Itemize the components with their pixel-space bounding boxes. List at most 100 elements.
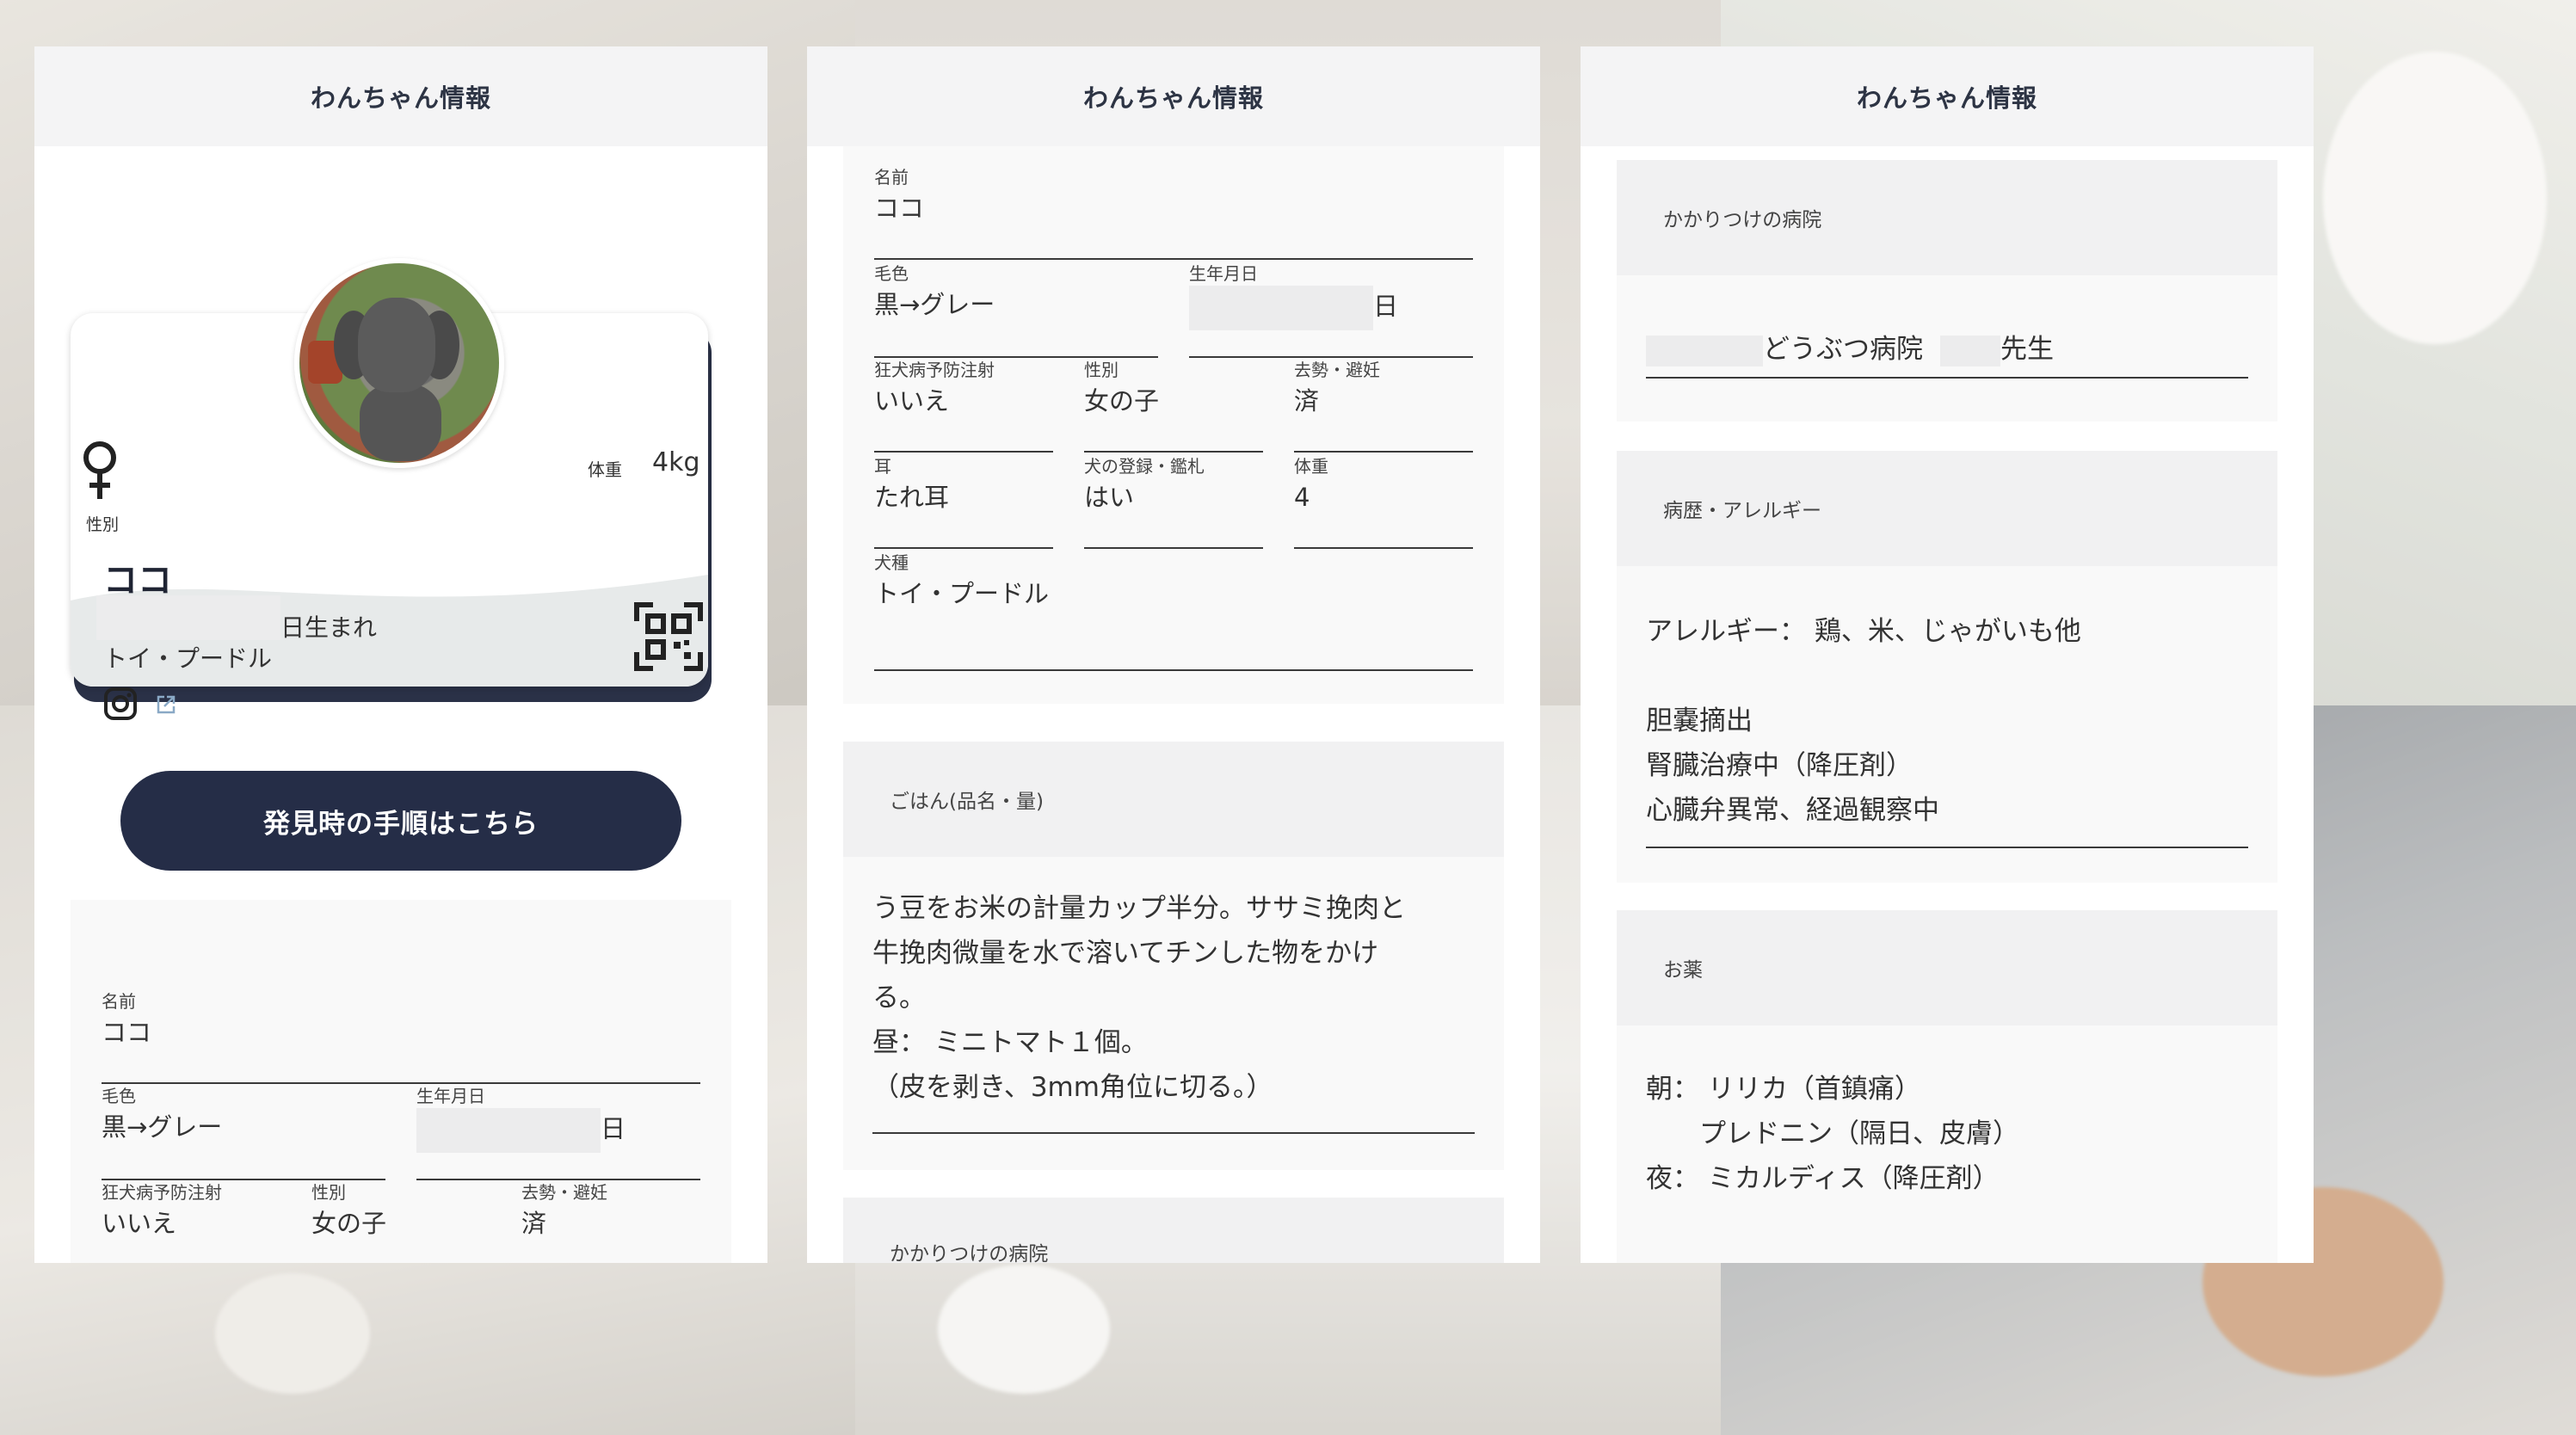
- name-field: 名前 ココ: [102, 989, 700, 1084]
- field-value: はい: [1084, 483, 1135, 512]
- dog-avatar: [294, 258, 504, 468]
- field-value: 済: [1294, 386, 1320, 416]
- field-value: 女の子: [311, 1209, 387, 1238]
- panel-content[interactable]: かかりつけの病院 どうぶつ病院 先生 病歴・アレルギー アレルギー： 鶏、米、じゃ…: [1581, 146, 2314, 1263]
- field-label: 去勢・避妊: [521, 1182, 607, 1203]
- hospital-name: どうぶつ病院: [1763, 334, 1923, 365]
- field-label: 名前: [874, 167, 909, 188]
- medicine-line: 夜： ミカルディス（降圧剤）: [1646, 1163, 2000, 1194]
- rabies-field: 狂犬病予防注射 いいえ: [102, 1180, 280, 1263]
- field-label: 狂犬病予防注射: [874, 360, 995, 380]
- birthday-field: 生年月日 日: [416, 1084, 700, 1180]
- rabies-field: 狂犬病予防注射 いいえ: [874, 358, 1053, 453]
- coat-color-field: 毛色 黒→グレー: [102, 1084, 385, 1180]
- neuter-field: 去勢・避妊 済: [1294, 358, 1473, 453]
- medicine-line: 朝： リリカ（首鎮痛）: [1646, 1074, 1921, 1105]
- weight-field: 体重 4: [1294, 454, 1473, 549]
- food-section: ごはん(品名・量) う豆をお米の計量カップ半分。ササミ挽肉と 牛挽肉微量を水で溶…: [843, 742, 1504, 1170]
- neuter-field: 去勢・避妊 済: [521, 1180, 700, 1263]
- field-label: 毛色: [102, 1086, 136, 1106]
- weight-value: 4kg: [652, 447, 700, 477]
- history-label: 病歴・アレルギー: [1617, 451, 2277, 566]
- field-value: ココ: [102, 1018, 152, 1047]
- field-value: トイ・プードル: [874, 579, 1050, 608]
- hospital-label: かかりつけの病院: [843, 1198, 1504, 1263]
- field-value: 日: [601, 1114, 626, 1143]
- medicine-section: お薬 朝： リリカ（首鎮痛） プレドニン（隔日、皮膚） 夜： ミカルディス（降圧…: [1617, 910, 2277, 1263]
- field-value: 黒→グレー: [102, 1112, 223, 1142]
- history-line: 腎臓治療中（降圧剤）: [1646, 750, 1913, 781]
- field-value: 女の子: [1084, 386, 1160, 416]
- instagram-icon[interactable]: [103, 687, 138, 721]
- hospital-section: かかりつけの病院 どうぶつ病院 先生: [1617, 160, 2277, 422]
- found-procedure-button[interactable]: 発見時の手順はこちら: [120, 771, 681, 871]
- weight-label: 体重: [588, 459, 622, 480]
- redacted-birthdate: [416, 1108, 601, 1153]
- food-line: る。: [872, 982, 926, 1013]
- breed-field: 犬種 トイ・プードル: [874, 551, 1473, 671]
- field-value: 済: [521, 1209, 547, 1238]
- hospital-section: かかりつけの病院: [843, 1198, 1504, 1263]
- food-line: う豆をお米の計量カップ半分。ササミ挽肉と: [872, 893, 1406, 924]
- medicine-label: お薬: [1617, 910, 2277, 1025]
- sex-label: 性別: [86, 515, 120, 534]
- medicine-line: プレドニン（隔日、皮膚）: [1646, 1118, 2019, 1149]
- redacted-birthdate: [96, 595, 280, 640]
- panel-content[interactable]: 性別 体重 4kg ココ 日生まれ トイ・プードル 発見時の手順はこちら 名前 …: [34, 146, 767, 1263]
- food-label: ごはん(品名・量): [843, 742, 1504, 857]
- sex-field: 性別 女の子: [311, 1180, 490, 1263]
- field-value: ココ: [874, 194, 925, 223]
- field-value: 黒→グレー: [874, 290, 995, 319]
- field-label: 生年月日: [1189, 263, 1258, 284]
- coat-color-field: 毛色 黒→グレー: [874, 262, 1158, 358]
- field-value: いいえ: [874, 386, 950, 416]
- field-label: 犬の登録・鑑札: [1084, 456, 1205, 477]
- field-label: 性別: [1084, 360, 1119, 380]
- field-label: 体重: [1294, 456, 1328, 477]
- doctor-name: 先生: [2000, 334, 2054, 365]
- qr-code-icon[interactable]: [634, 602, 703, 671]
- female-icon: [83, 441, 116, 499]
- field-value: 日: [1373, 292, 1399, 321]
- redacted-hospital-name: [1646, 335, 1763, 366]
- panel-title: わんちゃん情報: [34, 46, 767, 146]
- history-line: 胆嚢摘出: [1646, 705, 1753, 736]
- field-label: 毛色: [874, 263, 909, 284]
- history-line: 心臓弁異常、経過観察中: [1646, 795, 1939, 826]
- birthday-field: 生年月日 日: [1189, 262, 1473, 358]
- ears-field: 耳 たれ耳: [874, 454, 1053, 549]
- history-line: [1646, 654, 2248, 699]
- redacted-doctor-name: [1940, 335, 2000, 366]
- history-line: アレルギー： 鶏、米、じゃがいも他: [1646, 616, 2081, 647]
- dog-breed: トイ・プードル: [103, 644, 273, 673]
- panel-title: わんちゃん情報: [1581, 46, 2314, 146]
- dog-info-panel-details: わんちゃん情報 名前 ココ 毛色 黒→グレー 生年月日 日 狂犬病予防注射 いい…: [807, 46, 1540, 1263]
- food-line: 牛挽肉微量を水で溶いてチンした物をかけ: [872, 938, 1379, 969]
- field-value: いいえ: [102, 1209, 177, 1238]
- dog-info-panel-medical: わんちゃん情報 かかりつけの病院 どうぶつ病院 先生 病歴・アレルギー アレルギー…: [1581, 46, 2314, 1263]
- field-label: 耳: [874, 456, 891, 477]
- external-link-icon[interactable]: [155, 693, 177, 716]
- dog-details-form: 名前 ココ 毛色 黒→グレー 生年月日 日 狂犬病予防注射 いいえ 性別 女の子…: [843, 146, 1504, 704]
- field-value: 4: [1294, 483, 1310, 512]
- field-label: 犬種: [874, 552, 909, 573]
- field-label: 生年月日: [416, 1086, 485, 1106]
- field-label: 狂犬病予防注射: [102, 1182, 222, 1203]
- dog-info-panel-profile: わんちゃん情報 性別 体重 4kg ココ 日生まれ トイ・プードル 発見時の手順…: [34, 46, 767, 1263]
- panel-content[interactable]: 名前 ココ 毛色 黒→グレー 生年月日 日 狂犬病予防注射 いいえ 性別 女の子…: [807, 146, 1540, 1263]
- field-value: たれ耳: [874, 483, 950, 512]
- food-line: （皮を剥き、3mm角位に切る。）: [872, 1072, 1273, 1103]
- redacted-birthdate: [1189, 286, 1373, 330]
- field-label: 性別: [311, 1182, 346, 1203]
- field-label: 去勢・避妊: [1294, 360, 1380, 380]
- dog-details-form: 名前 ココ 毛色 黒→グレー 生年月日 日 狂犬病予防注射 いいえ 性別 女の子…: [71, 900, 731, 1263]
- panel-title: わんちゃん情報: [807, 46, 1540, 146]
- history-allergy-section: 病歴・アレルギー アレルギー： 鶏、米、じゃがいも他 胆嚢摘出 腎臓治療中（降圧…: [1617, 451, 2277, 883]
- sex-field: 性別 女の子: [1084, 358, 1263, 453]
- registration-field: 犬の登録・鑑札 はい: [1084, 454, 1263, 549]
- name-field: 名前 ココ: [874, 165, 1473, 260]
- food-line: 昼： ミニトマト１個。: [872, 1027, 1148, 1058]
- field-label: 名前: [102, 991, 136, 1012]
- born-suffix: 日生まれ: [280, 613, 378, 642]
- hospital-label: かかりつけの病院: [1617, 160, 2277, 275]
